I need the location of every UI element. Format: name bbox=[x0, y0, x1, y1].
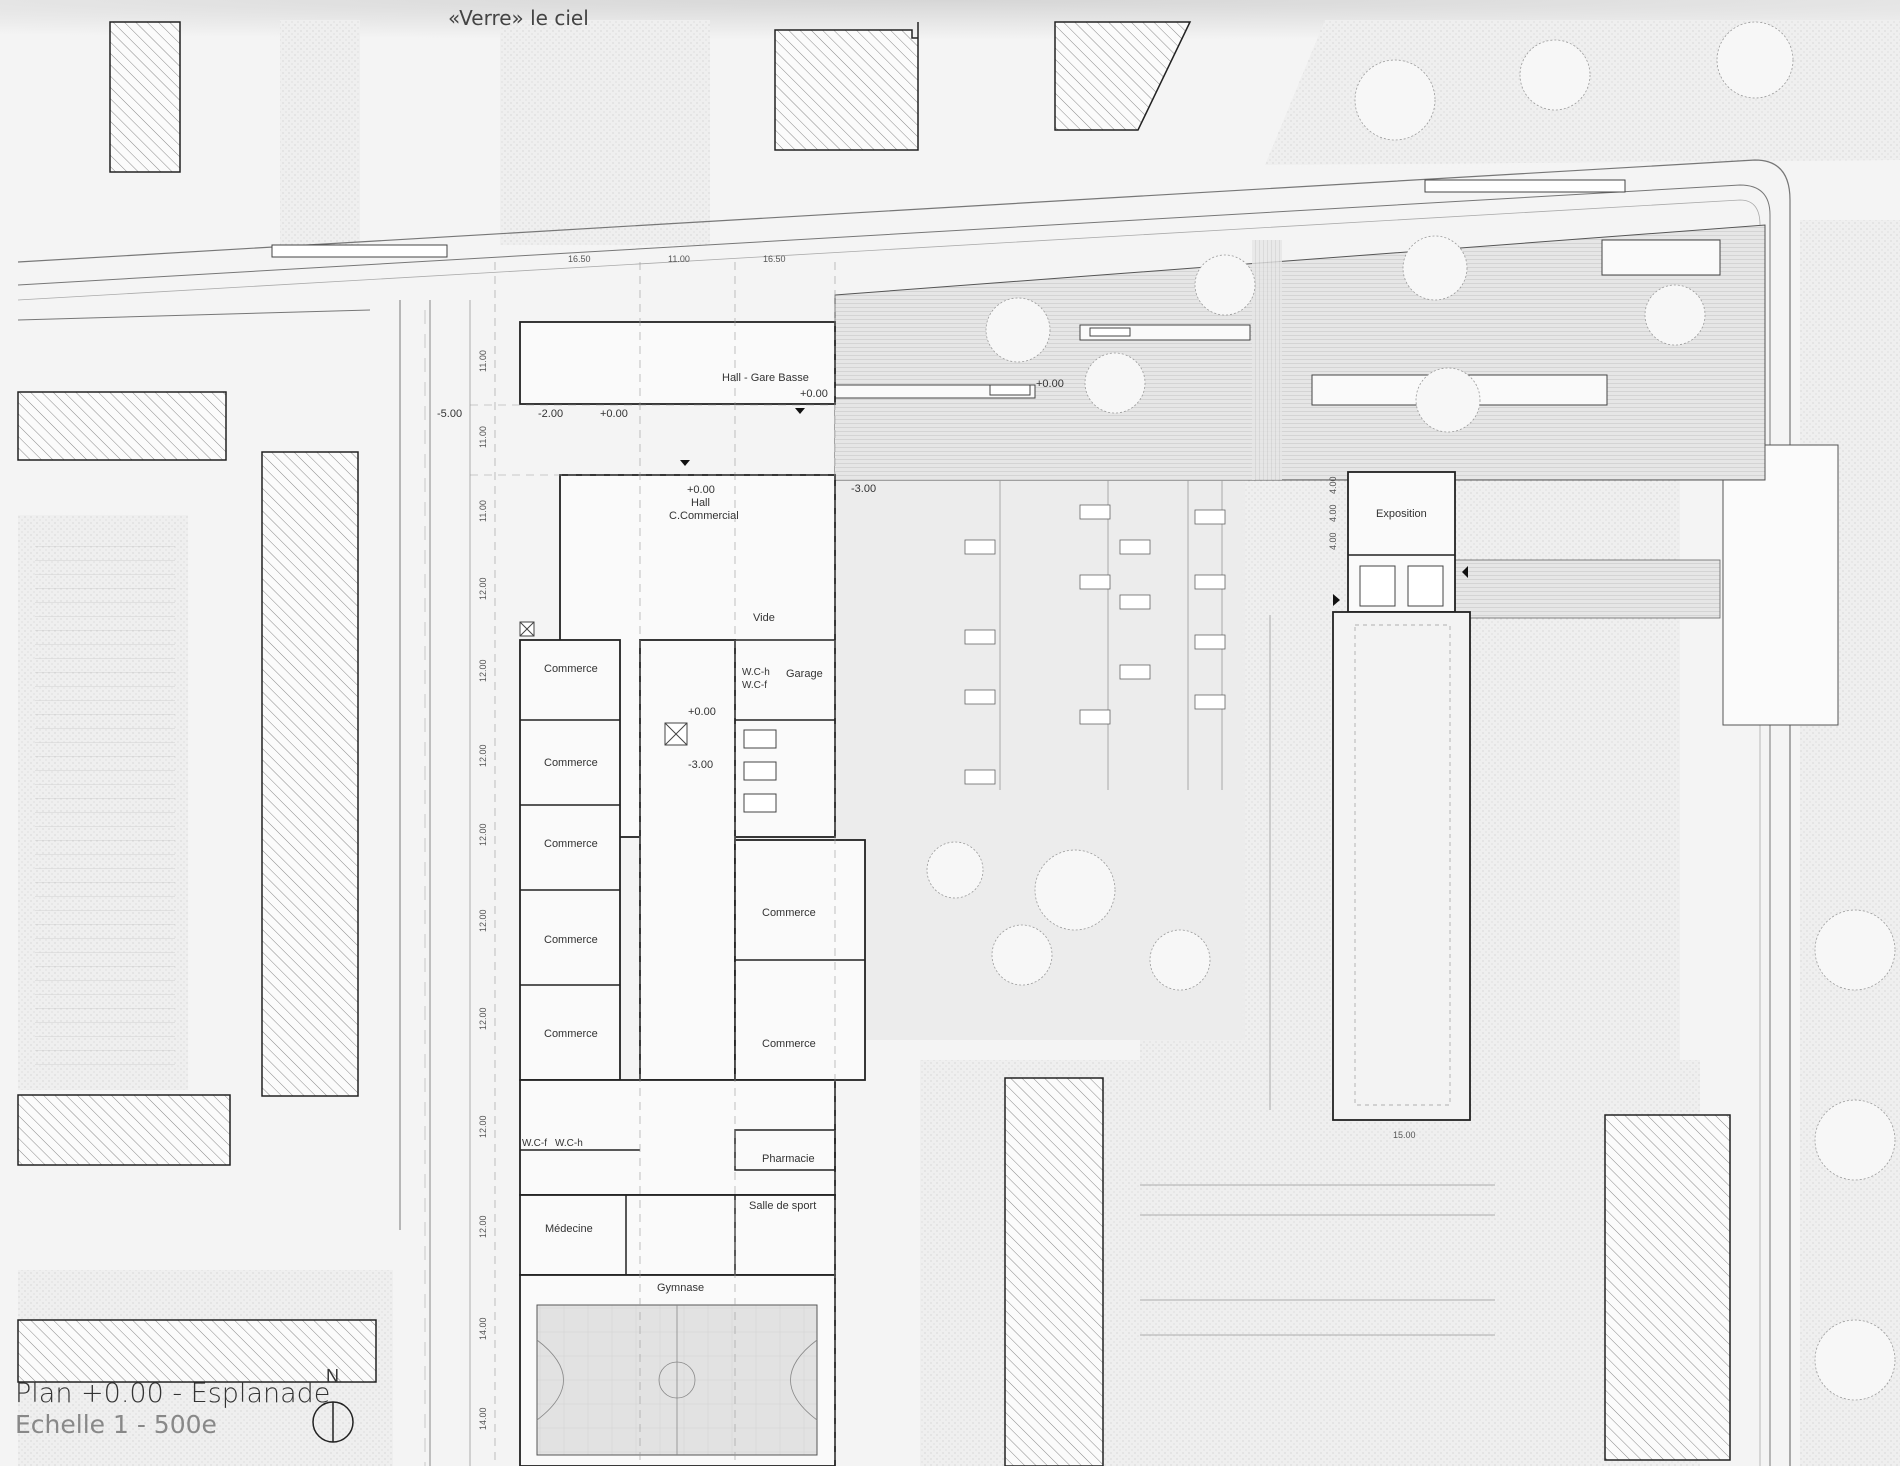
level-marker-hall-cc: +0.00 bbox=[687, 484, 715, 496]
room-medecine: Médecine bbox=[545, 1223, 593, 1235]
room-pharmacie: Pharmacie bbox=[762, 1153, 815, 1165]
dimension-row-5: 12.00 bbox=[478, 659, 488, 682]
level-marker-ramp: +0.00 bbox=[600, 408, 628, 420]
room-hall-cc-label: C.Commercial bbox=[669, 510, 739, 522]
room-wc-f: W.C-f bbox=[742, 680, 767, 691]
room-wc-f-lower: W.C-f bbox=[522, 1138, 547, 1149]
room-commerce-6: Commerce bbox=[762, 907, 816, 919]
level-marker-mall-lower: -3.00 bbox=[688, 759, 714, 771]
dimension-row-7: 12.00 bbox=[478, 823, 488, 846]
dimension-row-2: 11.00 bbox=[478, 426, 488, 448]
dimension-1650-a: 16.50 bbox=[568, 254, 591, 264]
room-salle-de-sport: Salle de sport bbox=[749, 1200, 817, 1212]
room-vide: Vide bbox=[753, 612, 775, 624]
dimension-expo-2: 4.00 bbox=[1328, 504, 1338, 522]
room-hall-label: Hall bbox=[691, 497, 710, 509]
level-marker-hall-gare: +0.00 bbox=[800, 388, 828, 400]
level-marker-esplanade: +0.00 bbox=[1036, 378, 1064, 390]
level-marker-minus5: -5.00 bbox=[437, 408, 463, 420]
plan-name: Plan +0.00 - Esplanade bbox=[15, 1378, 331, 1409]
room-commerce-3: Commerce bbox=[544, 838, 598, 850]
level-marker-parking: -3.00 bbox=[851, 483, 877, 495]
dimension-1100: 11.00 bbox=[668, 254, 690, 264]
dimension-row-4: 12.00 bbox=[478, 577, 488, 600]
dimension-row-9: 12.00 bbox=[478, 1007, 488, 1030]
room-hall-gare-basse: Hall - Gare Basse bbox=[722, 372, 809, 384]
level-marker-mall: +0.00 bbox=[688, 706, 716, 718]
dimension-1500: 15.00 bbox=[1393, 1130, 1416, 1140]
room-gymnase: Gymnase bbox=[657, 1282, 705, 1294]
room-wc-h-lower: W.C-h bbox=[555, 1138, 583, 1149]
room-commerce-2: Commerce bbox=[544, 757, 598, 769]
dimension-row-12: 14.00 bbox=[478, 1317, 488, 1340]
room-wc-h: W.C-h bbox=[742, 667, 770, 678]
dimension-row-13: 14.00 bbox=[478, 1407, 488, 1430]
room-exposition: Exposition bbox=[1376, 508, 1427, 520]
north-label: N bbox=[326, 1366, 339, 1386]
plan-scale: Echelle 1 - 500e bbox=[15, 1410, 217, 1439]
dimension-row-8: 12.00 bbox=[478, 909, 488, 932]
dimension-expo-1: 4.00 bbox=[1328, 476, 1338, 494]
dimension-row-3: 11.00 bbox=[478, 500, 488, 522]
dimension-row-11: 12.00 bbox=[478, 1215, 488, 1238]
dimension-row-6: 12.00 bbox=[478, 744, 488, 767]
room-commerce-5: Commerce bbox=[544, 1028, 598, 1040]
dimension-expo-3: 4.00 bbox=[1328, 532, 1338, 550]
dimension-row-10: 12.00 bbox=[478, 1115, 488, 1138]
room-garage: Garage bbox=[786, 668, 823, 680]
room-commerce-1: Commerce bbox=[544, 663, 598, 675]
drawing-title: «Verre» le ciel bbox=[448, 6, 589, 30]
dimension-row-1: 11.00 bbox=[478, 350, 488, 372]
level-marker-minus2: -2.00 bbox=[538, 408, 564, 420]
room-commerce-4: Commerce bbox=[544, 934, 598, 946]
dimension-1650-b: 16.50 bbox=[763, 254, 786, 264]
site-plan-drawing bbox=[0, 0, 1900, 1466]
room-commerce-7: Commerce bbox=[762, 1038, 816, 1050]
